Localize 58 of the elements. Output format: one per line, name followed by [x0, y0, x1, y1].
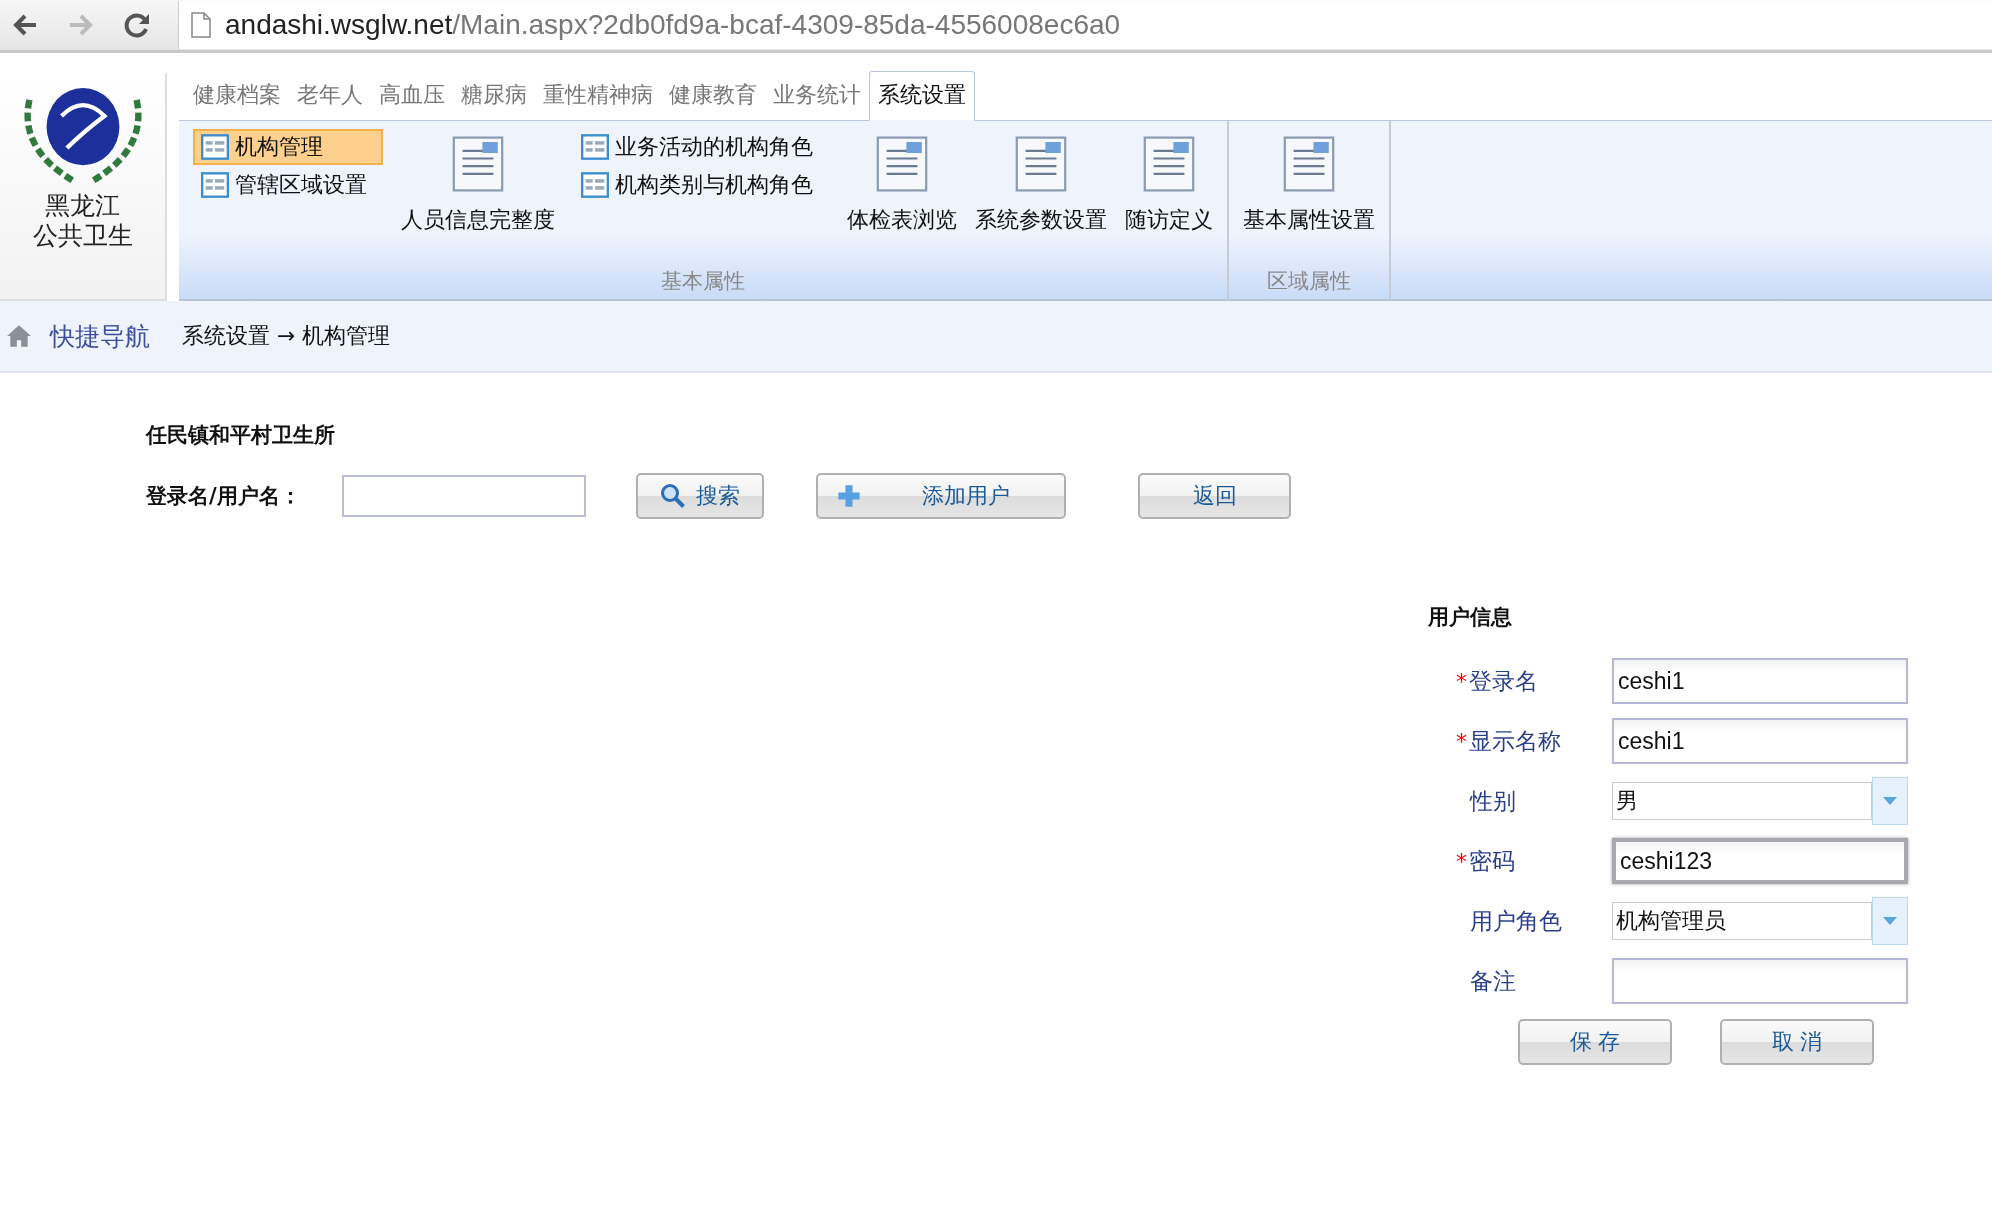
required-mark: *: [1456, 728, 1467, 754]
caret-icon: [1883, 917, 1897, 925]
group-title: 区域属性: [1267, 268, 1351, 295]
ribbon-button[interactable]: 随访定义: [1125, 129, 1213, 267]
search-field[interactable]: [342, 475, 586, 517]
organization-title: 任民镇和平村卫生所: [146, 422, 336, 449]
group-title: 基本属性: [661, 268, 745, 295]
nav-tab[interactable]: 老年人: [289, 80, 371, 120]
nav-tab[interactable]: 糖尿病: [453, 80, 535, 120]
toolbar-button[interactable]: 返回: [1138, 473, 1291, 519]
nav-tab[interactable]: 高血压: [371, 80, 453, 120]
caret-icon: [1883, 797, 1897, 805]
toolbar-button[interactable]: 添加用户: [816, 473, 1066, 519]
home-icon[interactable]: [6, 324, 32, 348]
ribbon-menu-item[interactable]: 机构管理: [193, 129, 383, 165]
ribbon-menu-item[interactable]: 管辖区域设置: [193, 167, 383, 203]
ribbon-menu-item[interactable]: 业务活动的机构角色: [573, 129, 829, 165]
nav-tab[interactable]: 健康教育: [661, 80, 765, 120]
logo-text: 公共卫生: [32, 221, 133, 251]
window-icon: [581, 134, 609, 160]
nav-tab[interactable]: 重性精神病: [535, 80, 661, 120]
ribbon-button[interactable]: 系统参数设置: [975, 129, 1107, 267]
text-field[interactable]: ceshi1: [1612, 658, 1908, 704]
search-label: 登录名/用户名：: [146, 483, 302, 510]
ribbon-button[interactable]: 人员信息完整度: [401, 129, 555, 267]
quick-nav-link[interactable]: 快捷导航: [50, 319, 150, 353]
field-label: 用户角色: [1470, 906, 1562, 936]
logo-text: 黑龙江: [45, 191, 120, 221]
field-label: 性别: [1470, 786, 1516, 816]
form-button[interactable]: 取 消: [1720, 1019, 1874, 1065]
section-title: 用户信息: [1428, 604, 1513, 631]
window-icon: [581, 172, 609, 198]
ribbon-button[interactable]: 基本属性设置: [1243, 129, 1375, 267]
nav-tab[interactable]: 系统设置: [869, 71, 975, 121]
breadcrumb: 系统设置 → 机构管理: [182, 322, 391, 350]
field-label: 显示名称: [1469, 726, 1561, 756]
search-icon: [660, 483, 686, 509]
nav-tab[interactable]: 健康档案: [185, 80, 289, 120]
ribbon-button[interactable]: 体检表浏览: [847, 129, 957, 267]
field-label: 备注: [1470, 966, 1516, 996]
reload-icon[interactable]: [122, 10, 152, 40]
text-field[interactable]: [1612, 958, 1908, 1004]
text-field[interactable]: ceshi1: [1612, 718, 1908, 764]
required-mark: *: [1456, 668, 1467, 694]
nav-tab[interactable]: 业务统计: [765, 80, 869, 120]
text-field[interactable]: ceshi123: [1612, 838, 1908, 884]
required-mark: *: [1456, 848, 1467, 874]
page-icon: [191, 12, 211, 38]
form-button[interactable]: 保 存: [1518, 1019, 1672, 1065]
toolbar-button[interactable]: 搜索: [636, 473, 764, 519]
field-label: 登录名: [1469, 666, 1538, 696]
window-icon: [201, 172, 229, 198]
window-icon: [201, 134, 229, 160]
address-bar[interactable]: andashi.wsglw.net/Main.aspx?2db0fd9a-bcaf-4309-85da-4556008ec6a0: [178, 1, 1992, 49]
field-label: 密码: [1469, 846, 1515, 876]
url-text: andashi.wsglw.net/Main.aspx?2db0fd9a-bcaf-4309-85da-4556008ec6a0: [225, 9, 1121, 41]
plus-icon: [836, 483, 862, 509]
ribbon-menu-item[interactable]: 机构类别与机构角色: [573, 167, 829, 203]
